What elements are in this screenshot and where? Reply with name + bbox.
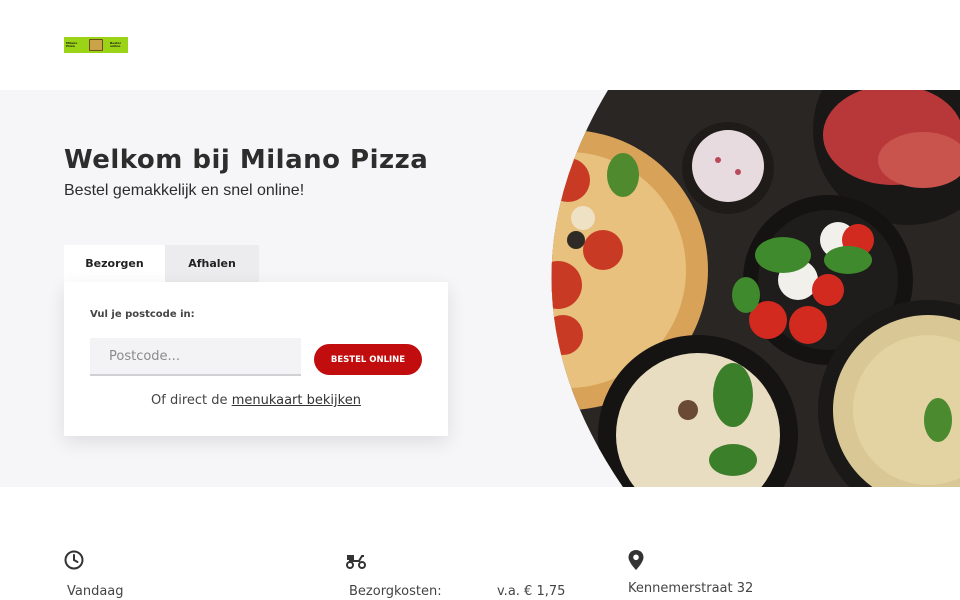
info-strip: Vandaag Bezorgkosten: v.a. € 1,75 Kennem…: [0, 487, 960, 600]
scooter-icon: [346, 555, 366, 569]
location-pin-icon: [628, 550, 644, 570]
tab-afhalen[interactable]: Afhalen: [165, 245, 259, 282]
hero-title: Welkom bij Milano Pizza: [64, 145, 429, 175]
hero-subtitle: Bestel gemakkelijk en snel online!: [64, 182, 305, 199]
logo-text-right: Bestel online: [110, 40, 121, 48]
logo-pizza-image: [89, 39, 103, 51]
delivery-cost-label: Bezorgkosten:: [349, 584, 442, 599]
food-photo: [528, 90, 960, 487]
menu-line: Of direct de menukaart bekijken: [64, 393, 448, 408]
opening-day-text: Vandaag: [67, 584, 124, 599]
food-photo-image: [551, 90, 960, 487]
clock-icon: [64, 550, 84, 570]
site-logo[interactable]: Milano Pizza Bestel online: [64, 37, 128, 53]
postcode-card: Vul je postcode in: BESTEL ONLINE Of dir…: [64, 282, 448, 436]
order-type-tabs: Bezorgen Afhalen: [64, 245, 259, 282]
address-text: Kennemerstraat 32: [628, 581, 754, 596]
delivery-cost-value: v.a. € 1,75: [497, 584, 566, 599]
tab-bezorgen[interactable]: Bezorgen: [64, 245, 165, 282]
site-header: Milano Pizza Bestel online: [0, 0, 960, 90]
hero-section: Welkom bij Milano Pizza Bestel gemakkeli…: [0, 90, 960, 487]
order-online-button[interactable]: BESTEL ONLINE: [314, 344, 422, 375]
logo-text-left: Milano Pizza: [66, 40, 78, 48]
postcode-input[interactable]: [90, 338, 301, 376]
menu-prefix-text: Of direct de: [151, 393, 228, 408]
postcode-label: Vul je postcode in:: [90, 309, 195, 320]
menu-link[interactable]: menukaart bekijken: [232, 393, 361, 408]
